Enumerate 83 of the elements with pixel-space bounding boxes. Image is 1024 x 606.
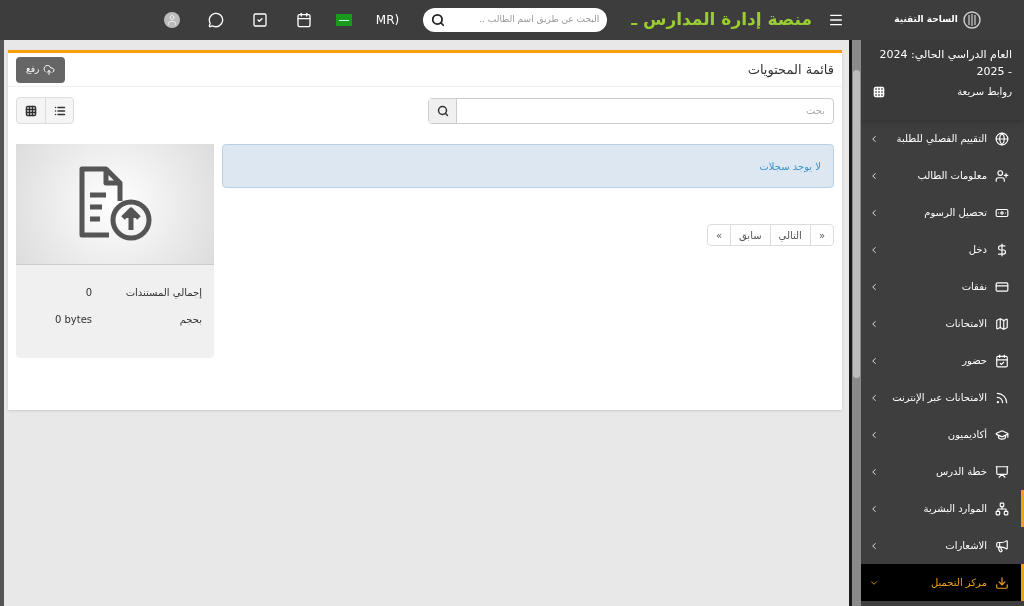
hierarchy-icon — [995, 501, 1009, 516]
item-label: نفقات — [960, 280, 987, 294]
chevron-icon — [869, 466, 879, 477]
chevron-icon — [869, 429, 879, 440]
item-label: الموارد البشرية — [922, 502, 987, 516]
grid-icon[interactable] — [873, 85, 885, 98]
search-icon — [436, 104, 449, 117]
search-button[interactable] — [429, 98, 457, 123]
flag-icon[interactable] — [335, 14, 352, 26]
pagination-link[interactable]: « — [810, 225, 833, 245]
sidebar-item[interactable]: مركز التحميل — [861, 564, 1024, 601]
item-label: خطة الدرس — [934, 465, 987, 479]
tasks-icon[interactable] — [251, 12, 268, 28]
chevron-icon — [869, 133, 879, 144]
item-label: حضور — [960, 354, 987, 368]
sidebar-item[interactable]: نفقات — [861, 268, 1024, 305]
credit-card-icon — [995, 279, 1009, 294]
chat-icon[interactable] — [207, 12, 224, 28]
currency-label: MR) — [375, 12, 400, 29]
chevron-icon — [869, 540, 879, 551]
map-icon — [995, 316, 1009, 331]
brand-name: الساحة التقنية — [894, 13, 958, 27]
sidebar-item[interactable]: تحصيل الرسوم — [861, 194, 1024, 231]
item-label: معلومات الطالب — [916, 169, 987, 183]
download-icon — [995, 575, 1009, 590]
item-label: الاشعارات — [944, 539, 987, 553]
stat-value: 0 — [85, 286, 92, 300]
item-label: تحصيل الرسوم — [923, 206, 987, 220]
chevron-icon — [869, 503, 879, 514]
user-plus-icon — [995, 168, 1009, 183]
dollar-icon — [995, 242, 1009, 257]
chevron-icon — [869, 207, 879, 218]
app-title: منصة إدارة المدارس ـ — [631, 8, 812, 32]
rss-icon — [995, 390, 1009, 405]
student-search-field[interactable]: البحث عن طريق اسم الطالب .. — [449, 13, 600, 27]
chevron-icon — [869, 392, 879, 403]
sidebar-item[interactable]: الامتحانات عبر الإنترنت — [861, 379, 1024, 416]
pagination-link[interactable]: التالي — [770, 225, 811, 245]
chevron-icon — [869, 281, 879, 292]
item-label: التقييم الفصلي للطلبة — [895, 132, 987, 146]
calendar-check-icon — [995, 353, 1009, 368]
pagination-link[interactable]: » — [707, 225, 732, 245]
chevron-icon — [869, 355, 879, 366]
megaphone-icon — [995, 538, 1009, 553]
quick-links[interactable]: روابط سريعة — [957, 84, 1012, 99]
item-label: الامتحانات عبر الإنترنت — [891, 391, 987, 405]
sidebar-item[interactable]: خطة الدرس — [861, 453, 1024, 490]
grid-icon — [25, 104, 37, 117]
search-icon[interactable] — [431, 13, 446, 27]
stat-label: إجمالي المستندات — [124, 286, 202, 300]
upload-button[interactable]: رفع — [16, 56, 66, 83]
item-label: دخل — [967, 243, 987, 257]
stat-value: 0 bytes — [54, 313, 92, 327]
calendar-icon[interactable] — [295, 12, 312, 28]
globe-icon — [995, 131, 1009, 146]
academic-year: العام الدراسي الحالي: 2024 - 2025 — [878, 47, 1012, 80]
scrollbar-thumb[interactable] — [853, 70, 860, 378]
sidebar-item[interactable]: دخل — [861, 231, 1024, 268]
pagination-link[interactable]: سابق — [731, 225, 771, 245]
logo-icon — [961, 10, 982, 30]
item-label: أكاديميون — [946, 427, 987, 442]
graduation-cap-icon — [995, 427, 1009, 442]
sidebar-item[interactable]: معلومات الطالب — [861, 157, 1024, 194]
chevron-icon — [869, 244, 879, 255]
student-search-box[interactable]: البحث عن طريق اسم الطالب .. — [423, 8, 608, 32]
item-label: الامتحانات — [944, 317, 987, 331]
stat-label: بحجم — [178, 313, 202, 327]
sidebar-item[interactable]: أكاديميون — [861, 416, 1024, 453]
panel-title: قائمة المحتويات — [747, 60, 834, 80]
avatar-icon[interactable] — [163, 12, 180, 28]
board-icon — [995, 464, 1009, 479]
sidebar-item[interactable]: الاشعارات — [861, 527, 1024, 564]
sidebar-item[interactable]: حضور — [861, 342, 1024, 379]
item-label: مركز التحميل — [930, 576, 987, 590]
sidebar-item[interactable]: الامتحانات — [861, 305, 1024, 342]
list-icon — [53, 104, 66, 117]
cloud-upload-icon — [43, 63, 56, 76]
sidebar-item[interactable]: التقييم الفصلي للطلبة — [861, 120, 1024, 157]
chevron-icon — [869, 170, 879, 181]
chevron-icon — [869, 318, 879, 329]
sidebar-item[interactable]: الموارد البشرية — [861, 490, 1024, 527]
menu-icon[interactable] — [828, 12, 844, 28]
empty-message: لا يوجد سجلات — [759, 159, 821, 174]
